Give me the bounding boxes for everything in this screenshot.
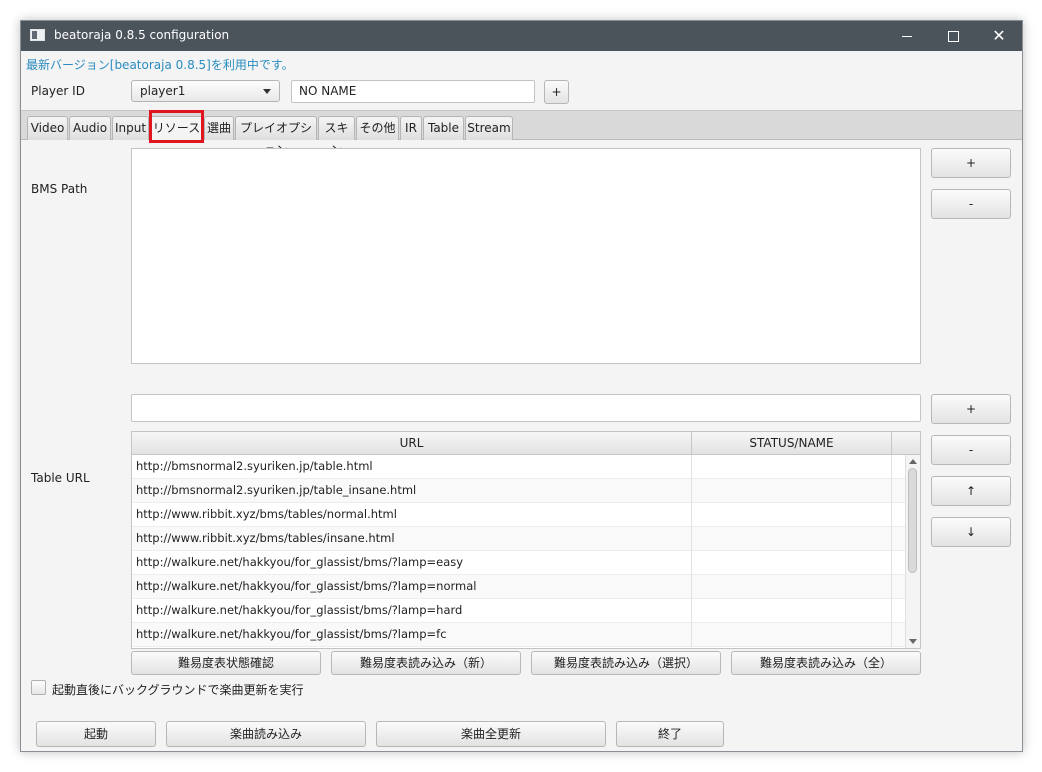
exit-button[interactable]: 終了 xyxy=(616,721,724,747)
scroll-down-icon[interactable] xyxy=(909,639,917,644)
minimize-button[interactable] xyxy=(884,21,930,51)
table-row[interactable]: http://walkure.net/hakkyou/for_glassist/… xyxy=(132,575,907,599)
load-selected-tables-button[interactable]: 難易度表読み込み（選択） xyxy=(531,651,721,675)
maximize-icon xyxy=(947,31,959,42)
row-status xyxy=(692,455,892,479)
column-header-url[interactable]: URL xyxy=(132,432,692,454)
table-row[interactable]: http://walkure.net/hakkyou/for_glassist/… xyxy=(132,551,907,575)
table-row[interactable]: http://www.ribbit.xyz/bms/tables/insane.… xyxy=(132,527,907,551)
load-songs-button[interactable]: 楽曲読み込み xyxy=(166,721,366,747)
row-url: http://bmsnormal2.syuriken.jp/table_insa… xyxy=(132,479,692,503)
row-status xyxy=(692,503,892,527)
row-status xyxy=(692,623,892,647)
table-url-table[interactable]: URL STATUS/NAME http://bmsnormal2.syurik… xyxy=(131,431,921,649)
table-scrollbar[interactable] xyxy=(905,455,920,648)
table-row[interactable]: http://bmsnormal2.syuriken.jp/table.html xyxy=(132,455,907,479)
table-header: URL STATUS/NAME xyxy=(132,432,920,455)
player-name-input[interactable]: NO NAME xyxy=(291,80,535,103)
player-id-label: Player ID xyxy=(31,84,85,98)
check-table-status-button[interactable]: 難易度表状態確認 xyxy=(131,651,321,675)
table-body: http://bmsnormal2.syuriken.jp/table.html… xyxy=(132,455,907,647)
tab-audio[interactable]: Audio xyxy=(69,116,111,140)
row-url: http://walkure.net/hakkyou/for_glassist/… xyxy=(132,575,692,599)
player-id-select[interactable]: player1 xyxy=(131,80,280,102)
tab-song-select[interactable]: 選曲 xyxy=(204,116,234,140)
column-header-status[interactable]: STATUS/NAME xyxy=(692,432,892,454)
add-player-button[interactable]: + xyxy=(544,80,569,104)
title-bar[interactable]: beatoraja 0.8.5 configuration ✕ xyxy=(21,21,1022,51)
row-status xyxy=(692,575,892,599)
startup-update-checkbox[interactable] xyxy=(31,680,46,695)
move-down-button[interactable]: ↓ xyxy=(931,517,1011,547)
load-new-tables-button[interactable]: 難易度表読み込み（新） xyxy=(331,651,521,675)
row-url: http://walkure.net/hakkyou/for_glassist/… xyxy=(132,551,692,575)
table-row[interactable]: http://walkure.net/hakkyou/for_glassist/… xyxy=(132,599,907,623)
bms-path-list[interactable] xyxy=(131,148,921,364)
add-table-url-button[interactable]: + xyxy=(931,394,1011,424)
app-icon xyxy=(30,29,45,41)
add-bms-path-button[interactable]: + xyxy=(931,148,1011,178)
chevron-down-icon xyxy=(263,89,271,94)
load-all-tables-button[interactable]: 難易度表読み込み（全） xyxy=(731,651,921,675)
tab-ir[interactable]: IR xyxy=(400,116,422,140)
row-status xyxy=(692,527,892,551)
tab-input[interactable]: Input xyxy=(112,116,149,140)
table-row[interactable]: http://www.ribbit.xyz/bms/tables/normal.… xyxy=(132,503,907,527)
scroll-up-icon[interactable] xyxy=(909,459,917,464)
maximize-button[interactable] xyxy=(930,21,976,51)
remove-table-url-button[interactable]: - xyxy=(931,435,1011,465)
row-url: http://walkure.net/hakkyou/for_glassist/… xyxy=(132,599,692,623)
remove-bms-path-button[interactable]: - xyxy=(931,189,1011,219)
tab-highlight xyxy=(149,110,204,143)
table-url-label: Table URL xyxy=(31,471,90,485)
tab-play-option[interactable]: プレイオプション xyxy=(235,116,317,157)
player-id-selected: player1 xyxy=(140,84,186,98)
move-up-button[interactable]: ↑ xyxy=(931,476,1011,506)
row-status xyxy=(692,599,892,623)
minimize-icon xyxy=(902,36,912,37)
table-row[interactable]: http://walkure.net/hakkyou/for_glassist/… xyxy=(132,623,907,647)
startup-update-label: 起動直後にバックグラウンドで楽曲更新を実行 xyxy=(52,683,304,697)
version-notice: 最新バージョン[beatoraja 0.8.5]を利用中です。 xyxy=(26,58,294,72)
scroll-thumb[interactable] xyxy=(908,468,917,573)
tab-stream[interactable]: Stream xyxy=(465,116,513,140)
window-title: beatoraja 0.8.5 configuration xyxy=(54,28,230,42)
row-url: http://walkure.net/hakkyou/for_glassist/… xyxy=(132,623,692,647)
config-window: beatoraja 0.8.5 configuration ✕ 最新バージョン[… xyxy=(20,20,1023,752)
tab-table[interactable]: Table xyxy=(423,116,464,140)
start-button[interactable]: 起動 xyxy=(36,721,156,747)
row-url: http://bmsnormal2.syuriken.jp/table.html xyxy=(132,455,692,479)
tab-video[interactable]: Video xyxy=(27,116,68,140)
row-url: http://www.ribbit.xyz/bms/tables/insane.… xyxy=(132,527,692,551)
table-url-input[interactable] xyxy=(131,394,921,422)
bms-path-label: BMS Path xyxy=(31,182,88,196)
row-url: http://www.ribbit.xyz/bms/tables/normal.… xyxy=(132,503,692,527)
tab-other[interactable]: その他 xyxy=(356,116,399,140)
close-button[interactable]: ✕ xyxy=(976,21,1022,51)
row-status xyxy=(692,479,892,503)
update-all-songs-button[interactable]: 楽曲全更新 xyxy=(376,721,606,747)
row-status xyxy=(692,551,892,575)
table-row[interactable]: http://bmsnormal2.syuriken.jp/table_insa… xyxy=(132,479,907,503)
close-icon: ✕ xyxy=(992,26,1006,45)
tab-skin[interactable]: スキン xyxy=(318,116,355,157)
